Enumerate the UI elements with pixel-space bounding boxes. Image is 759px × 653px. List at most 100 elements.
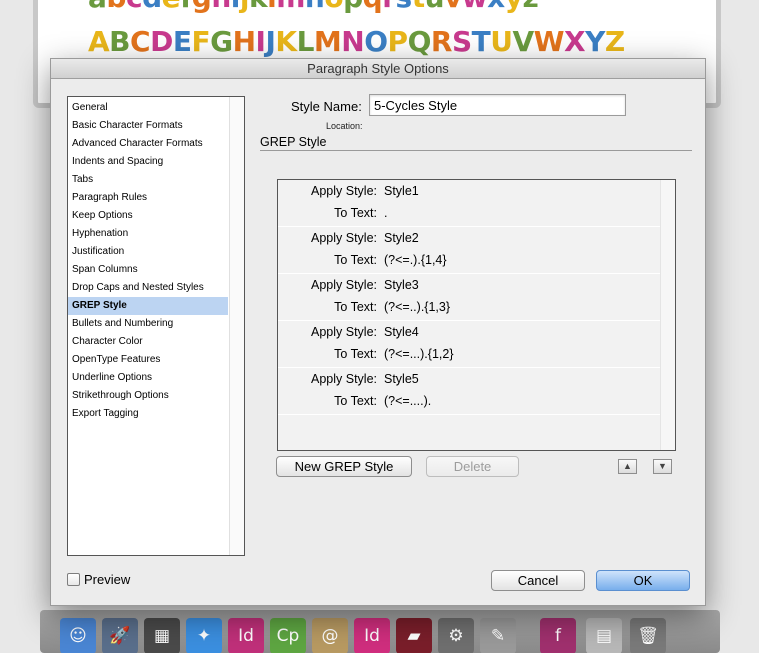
launchpad-icon[interactable]: 🚀: [102, 618, 138, 653]
alphabet-letter: c: [126, 0, 143, 14]
category-item[interactable]: OpenType Features: [68, 351, 228, 369]
move-up-button[interactable]: ▲: [618, 459, 637, 474]
address-book-icon[interactable]: @: [312, 618, 348, 653]
preview-icon[interactable]: ▤: [586, 618, 622, 653]
grep-style-entry[interactable]: Apply Style: Style3 To Text: (?<=..).{1,3}: [278, 274, 675, 321]
apply-style-value[interactable]: Style1: [384, 181, 419, 201]
alphabet-letter: T: [471, 25, 491, 58]
preview-checkbox[interactable]: [67, 573, 80, 586]
alphabet-letter: a: [88, 0, 107, 14]
move-down-button[interactable]: ▼: [653, 459, 672, 474]
alphabet-letter: B: [109, 25, 131, 58]
paragraph-style-options-dialog: Paragraph Style Options General Basic Cha…: [50, 58, 706, 606]
apply-style-value[interactable]: Style4: [384, 322, 419, 342]
to-text-label: To Text:: [334, 394, 377, 408]
indesign-icon[interactable]: Id: [354, 618, 390, 653]
indesign-dark-icon[interactable]: Id: [228, 618, 264, 653]
alphabet-letter: G: [210, 25, 233, 58]
grep-style-entry[interactable]: Apply Style: Style2 To Text: (?<=.).{1,4}: [278, 227, 675, 274]
triangle-down-icon: ▼: [658, 461, 667, 471]
category-list: General Basic Character Formats Advanced C…: [67, 96, 245, 556]
alphabet-letter: F: [191, 25, 211, 58]
alphabet-letter: w: [462, 0, 488, 14]
alphabet-letter: e: [162, 0, 181, 14]
category-scrollbar[interactable]: [229, 97, 244, 555]
grep-list-scrollbar[interactable]: [660, 180, 675, 450]
alphabet-letter: x: [487, 0, 505, 14]
apply-style-value[interactable]: Style5: [384, 369, 419, 389]
safari-icon[interactable]: ✦: [186, 618, 222, 653]
category-item[interactable]: Underline Options: [68, 369, 228, 387]
alphabet-letter: t: [412, 0, 425, 14]
finder-icon[interactable]: ☺: [60, 618, 96, 653]
category-item[interactable]: Justification: [68, 243, 228, 261]
category-item[interactable]: GREP Style: [68, 297, 228, 315]
to-text-value[interactable]: (?<=.).{1,4}: [384, 250, 447, 270]
category-item[interactable]: Export Tagging: [68, 405, 228, 423]
alphabet-letter: p: [343, 0, 363, 14]
system-preferences-icon[interactable]: ⚙: [438, 618, 474, 653]
trash-icon[interactable]: 🗑: [630, 618, 666, 653]
category-item[interactable]: Indents and Spacing: [68, 153, 228, 171]
alphabet-letter: Q: [407, 25, 432, 58]
alphabet-letter: L: [296, 25, 315, 58]
category-item[interactable]: Bullets and Numbering: [68, 315, 228, 333]
uppercase-alphabet: ABCDEFGHIJKLMNOPQRSTUVWXYZ: [88, 25, 625, 58]
category-item[interactable]: Strikethrough Options: [68, 387, 228, 405]
alphabet-letter: S: [451, 25, 472, 58]
delete-button[interactable]: Delete: [426, 456, 519, 477]
apply-style-label: Apply Style:: [310, 325, 377, 339]
grep-style-entry[interactable]: Apply Style: Style4 To Text: (?<=...).{1,2}: [278, 321, 675, 368]
to-text-value[interactable]: (?<=...).{1,2}: [384, 344, 454, 364]
category-item[interactable]: Span Columns: [68, 261, 228, 279]
to-text-label: To Text:: [334, 347, 377, 361]
alphabet-letter: l: [267, 0, 277, 14]
category-item[interactable]: Keep Options: [68, 207, 228, 225]
alphabet-letter: C: [130, 25, 151, 58]
to-text-value[interactable]: .: [384, 203, 387, 223]
script-editor-icon[interactable]: ✎: [480, 618, 516, 653]
category-item[interactable]: Paragraph Rules: [68, 189, 228, 207]
alphabet-letter: O: [364, 25, 388, 58]
alphabet-letter: h: [211, 0, 231, 14]
section-divider: [260, 150, 692, 151]
font-book-icon[interactable]: f: [540, 618, 576, 653]
category-item[interactable]: Hyphenation: [68, 225, 228, 243]
alphabet-letter: W: [533, 25, 565, 58]
to-text-value[interactable]: (?<=..).{1,3}: [384, 297, 450, 317]
cancel-button[interactable]: Cancel: [491, 570, 585, 591]
alphabet-letter: g: [192, 0, 212, 14]
grep-style-entry[interactable]: Apply Style: Style5 To Text: (?<=....).: [278, 368, 675, 415]
mission-control-icon[interactable]: ▦: [144, 618, 180, 653]
category-item[interactable]: Drop Caps and Nested Styles: [68, 279, 228, 297]
category-item[interactable]: General: [68, 99, 228, 117]
grep-style-entry[interactable]: Apply Style: Style1 To Text:.: [278, 180, 675, 227]
alphabet-letter: q: [363, 0, 383, 14]
lowercase-alphabet: abcdefghijklmnopqrstuvwxyz: [88, 0, 539, 14]
to-text-label: To Text:: [334, 253, 377, 267]
alphabet-letter: v: [444, 0, 462, 14]
new-grep-style-button[interactable]: New GREP Style: [276, 456, 412, 477]
alphabet-letter: V: [512, 25, 534, 58]
ok-button[interactable]: OK: [596, 570, 690, 591]
apply-style-label: Apply Style:: [310, 184, 377, 198]
apply-style-value[interactable]: Style2: [384, 228, 419, 248]
alphabet-letter: r: [382, 0, 396, 14]
apply-style-value[interactable]: Style3: [384, 275, 419, 295]
book-icon[interactable]: ▰: [396, 618, 432, 653]
style-name-input[interactable]: [369, 94, 626, 116]
category-item[interactable]: Character Color: [68, 333, 228, 351]
to-text-label: To Text:: [334, 300, 377, 314]
alphabet-letter: o: [324, 0, 343, 14]
alphabet-letter: K: [275, 25, 297, 58]
alphabet-letter: f: [180, 0, 192, 14]
alphabet-letter: Z: [604, 25, 625, 58]
alphabet-letter: z: [522, 0, 538, 14]
to-text-value[interactable]: (?<=....).: [384, 391, 431, 411]
alphabet-letter: U: [490, 25, 513, 58]
category-item[interactable]: Tabs: [68, 171, 228, 189]
alphabet-letter: E: [172, 25, 192, 58]
captivate-icon[interactable]: Cp: [270, 618, 306, 653]
category-item[interactable]: Basic Character Formats: [68, 117, 228, 135]
category-item[interactable]: Advanced Character Formats: [68, 135, 228, 153]
